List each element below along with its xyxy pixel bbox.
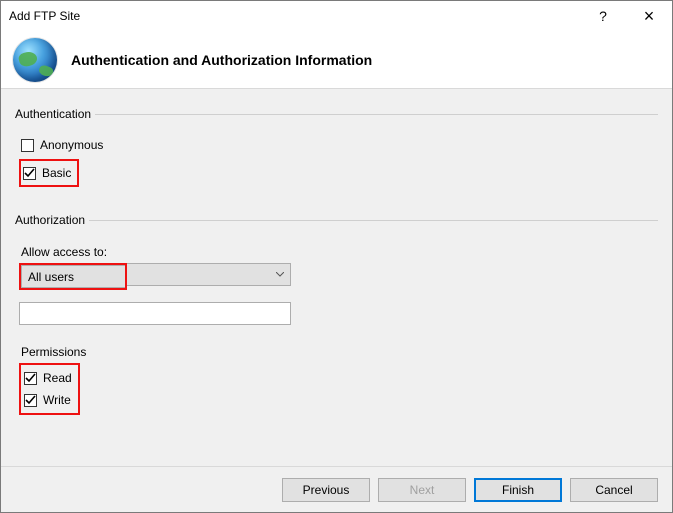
- wizard-body: Authentication Anonymous Basic Authoriza…: [1, 89, 672, 466]
- authorization-legend: Authorization: [15, 213, 89, 227]
- anonymous-checkbox[interactable]: [21, 139, 34, 152]
- allow-access-label: Allow access to:: [21, 245, 654, 259]
- read-checkbox-row[interactable]: Read: [22, 368, 74, 388]
- basic-checkbox-row[interactable]: Basic: [21, 163, 77, 183]
- wizard-header: Authentication and Authorization Informa…: [1, 31, 672, 89]
- help-button[interactable]: ?: [580, 1, 626, 31]
- cancel-button[interactable]: Cancel: [570, 478, 658, 502]
- wizard-footer: Previous Next Finish Cancel: [1, 466, 672, 512]
- previous-button[interactable]: Previous: [282, 478, 370, 502]
- authorization-text-input[interactable]: [19, 302, 291, 325]
- close-button[interactable]: ×: [626, 1, 672, 31]
- authentication-legend: Authentication: [15, 107, 95, 121]
- write-checkbox-row[interactable]: Write: [22, 390, 74, 410]
- read-checkbox[interactable]: [24, 372, 37, 385]
- page-title: Authentication and Authorization Informa…: [71, 52, 372, 68]
- anonymous-label: Anonymous: [40, 138, 103, 152]
- window-title: Add FTP Site: [9, 9, 580, 23]
- globe-icon: [13, 38, 57, 82]
- basic-label: Basic: [42, 166, 71, 180]
- authorization-group: Authorization Allow access to: All users…: [15, 213, 658, 423]
- permissions-label: Permissions: [21, 345, 654, 359]
- chevron-down-icon[interactable]: [270, 264, 290, 285]
- read-label: Read: [43, 371, 72, 385]
- titlebar: Add FTP Site ? ×: [1, 1, 672, 31]
- write-label: Write: [43, 393, 71, 407]
- next-button: Next: [378, 478, 466, 502]
- add-ftp-site-dialog: Add FTP Site ? × Authentication and Auth…: [0, 0, 673, 513]
- anonymous-checkbox-row[interactable]: Anonymous: [19, 135, 654, 155]
- authentication-group: Authentication Anonymous Basic: [15, 107, 658, 195]
- write-checkbox[interactable]: [24, 394, 37, 407]
- allow-access-combo[interactable]: All users: [21, 265, 125, 288]
- basic-checkbox[interactable]: [23, 167, 36, 180]
- finish-button[interactable]: Finish: [474, 478, 562, 502]
- allow-access-value: All users: [28, 270, 74, 284]
